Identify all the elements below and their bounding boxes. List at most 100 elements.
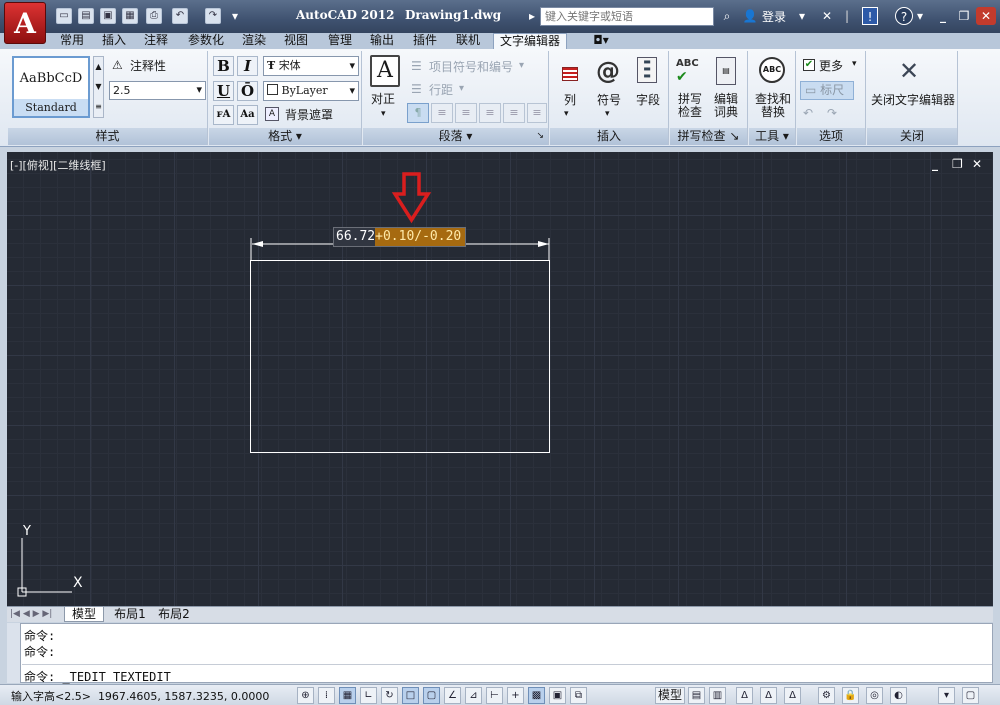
qat-more-icon[interactable]: ▾: [229, 7, 241, 25]
application-menu-button[interactable]: A: [4, 2, 46, 44]
text-height-combo[interactable]: 2.5 ▾: [109, 81, 206, 100]
close-window-icon[interactable]: ✕: [976, 7, 996, 25]
print-icon[interactable]: ⎙: [146, 8, 162, 24]
help-dropdown-icon[interactable]: ▾: [915, 7, 925, 25]
selection-cycling-icon[interactable]: ⧉: [570, 687, 587, 704]
bullets-dropdown-icon[interactable]: ▾: [519, 60, 524, 71]
annotative-button[interactable]: 注释性: [130, 59, 166, 73]
paragraph-settings-icon[interactable]: ¶: [407, 103, 429, 123]
align-right-icon[interactable]: ≡: [479, 103, 501, 123]
search-input[interactable]: [540, 7, 714, 26]
tab-view[interactable]: 视图: [280, 33, 312, 49]
tab-text-editor[interactable]: 文字编辑器: [493, 33, 567, 50]
search-expand-icon[interactable]: ▸: [526, 7, 538, 25]
lock-ui-icon[interactable]: 🔒: [842, 687, 859, 704]
tab-parametric[interactable]: 参数化: [184, 33, 228, 49]
bullets-button[interactable]: 项目符号和编号: [429, 60, 513, 74]
tab-insert[interactable]: 插入: [98, 33, 130, 49]
line-spacing-dropdown-icon[interactable]: ▾: [459, 83, 464, 94]
annotation-visibility-icon[interactable]: Δ: [760, 687, 777, 704]
quick-view-layouts-icon[interactable]: ▤: [688, 687, 705, 704]
symbol-button[interactable]: 符号: [597, 93, 621, 107]
ruler-button[interactable]: ▭ 标尺: [800, 81, 854, 100]
transparency-icon[interactable]: ▩: [528, 687, 545, 704]
color-combo[interactable]: ByLayer ▾: [263, 81, 359, 101]
lineweight-icon[interactable]: +: [507, 687, 524, 704]
login-button[interactable]: 登录: [762, 8, 786, 25]
command-input-line[interactable]: 命令: _TEDIT TEXTEDIT: [24, 668, 171, 685]
justification-dropdown-icon[interactable]: ▾: [381, 107, 386, 121]
exchange-icon[interactable]: ✕: [818, 7, 836, 25]
3d-object-snap-icon[interactable]: ▢: [423, 687, 440, 704]
status-menu-icon[interactable]: ▾: [938, 687, 955, 704]
drawing-area[interactable]: [-][俯视][二维线框] _ ❐ ✕ 66.72 +0.10/-0.20 Y …: [7, 152, 993, 606]
save-icon[interactable]: ▣: [100, 8, 116, 24]
stay-connected-icon[interactable]: !: [862, 7, 878, 25]
field-button[interactable]: 字段: [636, 93, 660, 107]
style-gallery-scroll[interactable]: ▲ ▼ ≡: [93, 56, 104, 118]
clean-screen-icon[interactable]: ▢: [962, 687, 979, 704]
command-window[interactable]: 命令: 命令: 命令: _TEDIT TEXTEDIT: [7, 623, 993, 685]
tab-manage[interactable]: 管理: [323, 33, 357, 49]
polar-tracking-icon[interactable]: ↻: [381, 687, 398, 704]
text-edit-box[interactable]: 66.72 +0.10/-0.20: [333, 227, 467, 247]
object-snap-icon[interactable]: □: [402, 687, 419, 704]
model-space-button[interactable]: 模型: [655, 687, 685, 704]
open-file-icon[interactable]: ▤: [78, 8, 94, 24]
tab-model[interactable]: 模型: [64, 607, 104, 622]
workspace-switching-icon[interactable]: ⚙: [818, 687, 835, 704]
justify-icon[interactable]: ≡: [503, 103, 525, 123]
redo-icon[interactable]: ↷: [205, 8, 221, 24]
redo-text-icon[interactable]: ↷: [827, 106, 837, 120]
panel-title-paragraph[interactable]: 段落 ▾ ↘: [363, 128, 548, 145]
new-file-icon[interactable]: ▭: [56, 8, 72, 24]
help-icon[interactable]: ?: [895, 7, 913, 25]
align-left-icon[interactable]: ≡: [431, 103, 453, 123]
dynamic-ucs-icon[interactable]: ⊿: [465, 687, 482, 704]
close-text-editor-button[interactable]: 关闭文字编辑器: [869, 93, 957, 107]
background-mask-button[interactable]: 背景遮罩: [285, 108, 333, 122]
tab-scroll-first-icon[interactable]: |◀ ◀ ▶ ▶|: [10, 607, 52, 622]
overline-button[interactable]: Ō: [237, 81, 258, 101]
bold-button[interactable]: B: [213, 56, 234, 76]
minimize-icon[interactable]: _: [935, 7, 951, 25]
tab-home[interactable]: 常用: [56, 33, 88, 49]
grid-display-icon[interactable]: ▦: [339, 687, 356, 704]
undo-icon[interactable]: ↶: [172, 8, 188, 24]
auto-scale-icon[interactable]: Δ: [784, 687, 801, 704]
panel-title-tools[interactable]: 工具 ▾: [749, 128, 795, 145]
more-button[interactable]: 更多: [819, 59, 843, 73]
quick-properties-icon[interactable]: ▣: [549, 687, 566, 704]
command-window-grip[interactable]: [7, 623, 21, 683]
spell-check-button[interactable]: 拼写检查: [677, 93, 703, 119]
italic-button[interactable]: I: [237, 56, 258, 76]
tab-render[interactable]: 渲染: [238, 33, 270, 49]
restore-icon[interactable]: ❐: [956, 7, 972, 25]
dynamic-input-icon[interactable]: ⊢: [486, 687, 503, 704]
panel-title-format[interactable]: 格式 ▾: [209, 128, 361, 145]
tab-output[interactable]: 输出: [366, 33, 398, 49]
ortho-mode-icon[interactable]: ∟: [360, 687, 377, 704]
ribbon-minimize-icon[interactable]: ◘▾: [585, 33, 617, 49]
annotation-scale-icon[interactable]: Δ: [736, 687, 753, 704]
tab-plugins[interactable]: 插件: [408, 33, 442, 49]
edit-dictionary-button[interactable]: 编辑词典: [713, 93, 739, 119]
distribute-icon[interactable]: ≡: [527, 103, 547, 123]
line-spacing-button[interactable]: 行距: [429, 83, 453, 97]
font-combo[interactable]: Ŧ 宋体 ▾: [263, 56, 359, 76]
lowercase-icon[interactable]: Aa: [237, 105, 258, 125]
panel-title-spell-check[interactable]: 拼写检查 ↘: [670, 128, 747, 145]
find-replace-button[interactable]: 查找和替换: [751, 93, 795, 119]
tab-annotate[interactable]: 注释: [140, 33, 172, 49]
coordinate-readout[interactable]: 输入字高<2.5> 1967.4605, 1587.3235, 0.0000: [11, 688, 269, 704]
justification-button[interactable]: 对正: [371, 92, 395, 106]
object-snap-tracking-icon[interactable]: ∠: [444, 687, 461, 704]
underline-button[interactable]: U: [213, 81, 234, 101]
symbol-dropdown-icon[interactable]: ▾: [605, 107, 610, 121]
style-gallery-item[interactable]: AaBbCcD Standard: [12, 56, 90, 118]
undo-text-icon[interactable]: ↶: [803, 106, 813, 120]
binoculars-icon[interactable]: ⌕: [718, 7, 736, 25]
hardware-acceleration-icon[interactable]: ◎: [866, 687, 883, 704]
isolate-objects-icon[interactable]: ◐: [890, 687, 907, 704]
login-dropdown-icon[interactable]: ▾: [795, 7, 809, 25]
